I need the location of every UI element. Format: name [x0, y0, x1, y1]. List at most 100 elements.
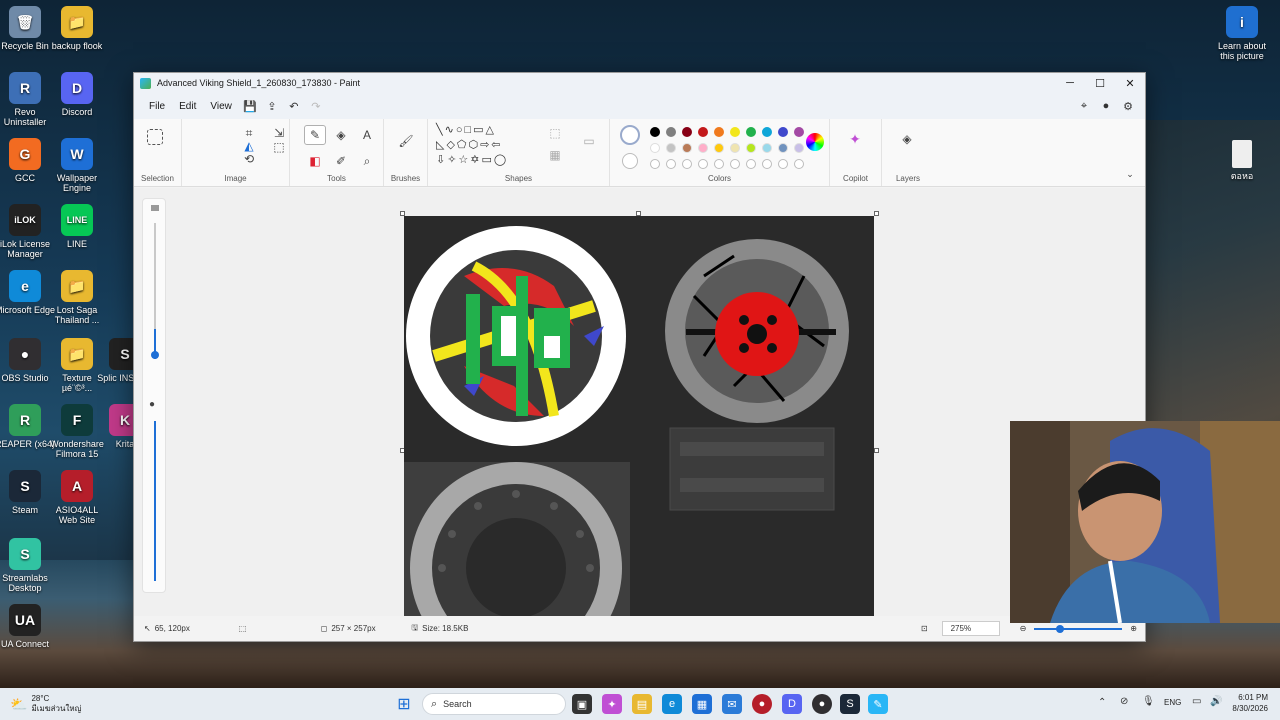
- steam-taskbar-icon[interactable]: S: [840, 694, 860, 714]
- palette-swatch[interactable]: [698, 127, 708, 137]
- ribbon-collapse-icon[interactable]: ⌄: [1119, 164, 1141, 184]
- start-windows-icon[interactable]: ⊞: [394, 694, 414, 714]
- palette-swatch[interactable]: [650, 143, 660, 153]
- tray-network-icon[interactable]: ⊘: [1120, 696, 1128, 707]
- menu-file[interactable]: File: [142, 101, 172, 112]
- copilot-taskbar-icon[interactable]: ✦: [602, 694, 622, 714]
- close-button[interactable]: ✕: [1115, 73, 1145, 93]
- zoom-select[interactable]: 275%: [941, 621, 1000, 636]
- shape-fill-icon[interactable]: ▦: [544, 145, 566, 165]
- tray-chevron-icon[interactable]: ⌃: [1098, 697, 1106, 708]
- undo-icon[interactable]: ↶: [283, 96, 305, 116]
- maximize-button[interactable]: ☐: [1085, 73, 1115, 93]
- edge-icon[interactable]: e: [662, 694, 682, 714]
- custom-color-slot[interactable]: [666, 159, 676, 169]
- tray-mic-icon[interactable]: 🎙: [1142, 696, 1155, 707]
- feedback-icon[interactable]: ⌖: [1073, 96, 1095, 116]
- eraser-icon[interactable]: ◧: [304, 151, 326, 171]
- clock[interactable]: 6:01 PM 8/30/2026: [1228, 692, 1268, 714]
- slider-thumb[interactable]: [151, 351, 159, 359]
- fill-icon[interactable]: ◈: [330, 125, 352, 145]
- selection-icon[interactable]: [147, 129, 163, 145]
- account-icon[interactable]: ●: [1095, 96, 1117, 116]
- menu-view[interactable]: View: [203, 101, 239, 112]
- red-app-icon[interactable]: ●: [752, 694, 772, 714]
- share-icon[interactable]: ⇪: [261, 96, 283, 116]
- resize-handle-tr[interactable]: [874, 211, 879, 216]
- zoom-in-icon[interactable]: ⊕: [1130, 624, 1137, 633]
- volume-icon[interactable]: 🔊: [1210, 696, 1222, 707]
- canvas-area[interactable]: ●: [134, 188, 1145, 618]
- learn-about-picture[interactable]: i Learn about this picture: [1210, 6, 1274, 61]
- shapes-gallery[interactable]: ╲∿○□▭△ ◺◇⬠⬡⇨⇦ ⇩✧☆✡▭◯: [436, 123, 536, 168]
- flip-icon[interactable]: ◭: [238, 136, 260, 156]
- palette-swatch[interactable]: [778, 143, 788, 153]
- resize-handle-mr[interactable]: [874, 448, 879, 453]
- desktop-icon[interactable]: W Wallpaper Engine: [46, 138, 108, 193]
- save-icon[interactable]: 💾: [239, 96, 261, 116]
- palette-swatch[interactable]: [698, 143, 708, 153]
- desktop-icon[interactable]: A ASIO4ALL Web Site: [46, 470, 108, 525]
- palette-swatch[interactable]: [746, 127, 756, 137]
- palette-swatch[interactable]: [762, 143, 772, 153]
- file-explorer-icon[interactable]: ▤: [632, 694, 652, 714]
- custom-color-slot[interactable]: [762, 159, 772, 169]
- copilot-icon[interactable]: ✦: [844, 129, 866, 149]
- color-picker-icon[interactable]: ✐: [330, 151, 352, 171]
- zoom-slider-thumb[interactable]: [1056, 624, 1065, 633]
- desktop-icon[interactable]: S Streamlabs Desktop: [0, 538, 56, 593]
- desktop-file[interactable]: ตอหอ: [1212, 140, 1272, 181]
- palette-swatch[interactable]: [778, 127, 788, 137]
- custom-color-slot[interactable]: [682, 159, 692, 169]
- desktop-icon[interactable]: UA UA Connect: [0, 604, 56, 649]
- display-icon[interactable]: ▭: [1192, 696, 1201, 707]
- brush-icon[interactable]: 🖌: [395, 131, 417, 151]
- custom-color-slot[interactable]: [730, 159, 740, 169]
- image-select-icon[interactable]: ⬚: [268, 137, 290, 157]
- palette-swatch[interactable]: [730, 143, 740, 153]
- palette-swatch[interactable]: [650, 127, 660, 137]
- settings-gear-icon[interactable]: ⚙: [1117, 96, 1139, 116]
- palette-swatch[interactable]: [794, 127, 804, 137]
- palette-swatch[interactable]: [666, 143, 676, 153]
- language-indicator[interactable]: ENG: [1164, 698, 1181, 707]
- weather-widget[interactable]: ⛅ 28°C มีเมฆส่วนใหญ่: [10, 694, 82, 714]
- color-1-swatch[interactable]: [620, 125, 640, 145]
- paint-taskbar-icon[interactable]: ✎: [868, 694, 888, 714]
- palette-swatch[interactable]: [666, 127, 676, 137]
- palette-swatch[interactable]: [682, 127, 692, 137]
- custom-color-slot[interactable]: [650, 159, 660, 169]
- custom-color-slot[interactable]: [794, 159, 804, 169]
- zoom-out-icon[interactable]: ⊖: [1020, 624, 1027, 633]
- palette-swatch[interactable]: [762, 127, 772, 137]
- outline-icon[interactable]: ⬚: [544, 123, 566, 143]
- vertical-tool-slider[interactable]: ●: [142, 198, 166, 593]
- custom-color-slot[interactable]: [698, 159, 708, 169]
- menu-edit[interactable]: Edit: [172, 101, 203, 112]
- palette-swatch[interactable]: [682, 143, 692, 153]
- discord-taskbar-icon[interactable]: D: [782, 694, 802, 714]
- outlook-icon[interactable]: ✉: [722, 694, 742, 714]
- custom-color-slot[interactable]: [746, 159, 756, 169]
- shape-size-icon[interactable]: ▭: [578, 131, 600, 151]
- palette-swatch[interactable]: [746, 143, 756, 153]
- magnifier-icon[interactable]: ⌕: [356, 151, 378, 171]
- obs-taskbar-icon[interactable]: ●: [812, 694, 832, 714]
- desktop-icon[interactable]: D Discord: [46, 72, 108, 117]
- redo-icon[interactable]: ↷: [305, 96, 327, 116]
- edit-colors-icon[interactable]: [806, 133, 824, 151]
- palette-swatch[interactable]: [714, 143, 724, 153]
- custom-color-slot[interactable]: [778, 159, 788, 169]
- palette-swatch[interactable]: [794, 143, 804, 153]
- color-2-swatch[interactable]: [622, 153, 638, 169]
- desktop-icon[interactable]: LINE LINE: [46, 204, 108, 249]
- custom-color-slot[interactable]: [714, 159, 724, 169]
- layers-icon[interactable]: ◈: [896, 129, 918, 149]
- minimize-button[interactable]: ─: [1055, 73, 1085, 93]
- fit-to-window-icon[interactable]: ⊡: [921, 624, 928, 633]
- desktop-icon[interactable]: 📁 backup flook: [46, 6, 108, 51]
- text-icon[interactable]: A: [356, 125, 378, 145]
- palette-swatch[interactable]: [730, 127, 740, 137]
- desktop-icon[interactable]: 📁 Lost Saga Thailand ...: [46, 270, 108, 325]
- zoom-slider[interactable]: [1034, 624, 1123, 633]
